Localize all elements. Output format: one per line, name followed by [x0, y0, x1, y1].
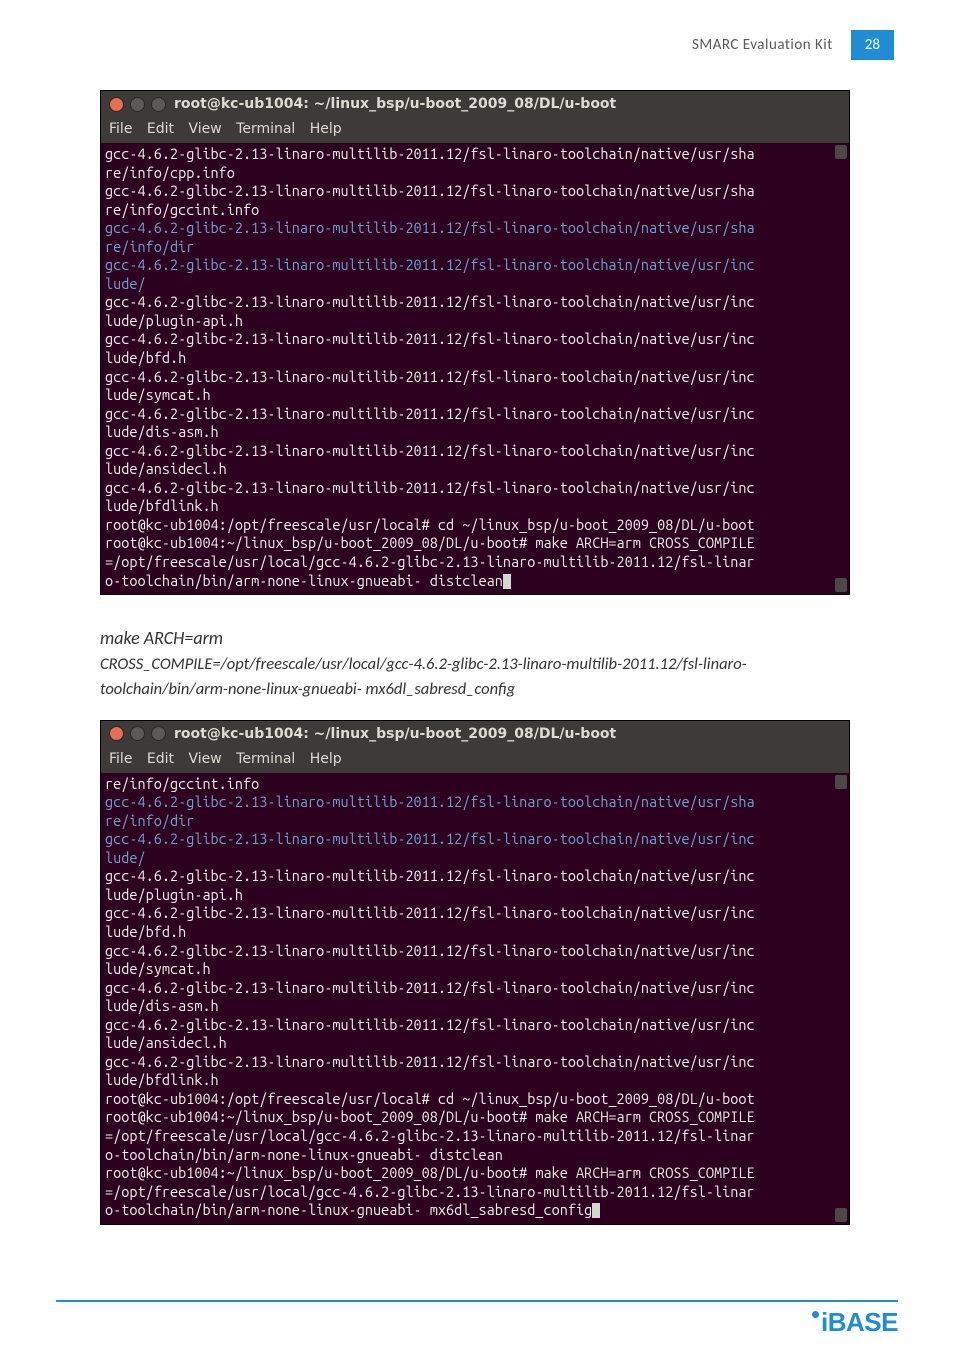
terminal-titlebar[interactable]: root@kc-ub1004: ~/linux_bsp/u-boot_2009_… — [101, 721, 849, 747]
logo-text: iBASE — [821, 1307, 898, 1337]
header-title: SMARC Evaluation Kit — [692, 36, 833, 54]
scrollbar-up-icon[interactable] — [835, 145, 847, 159]
window-buttons — [109, 726, 166, 741]
terminal-output[interactable]: gcc-4.6.2-glibc-2.13-linaro-multilib-201… — [101, 143, 849, 594]
logo-dot-icon — [812, 1311, 819, 1318]
scrollbar-down-icon[interactable] — [835, 1208, 847, 1222]
terminal-titlebar[interactable]: root@kc-ub1004: ~/linux_bsp/u-boot_2009_… — [101, 91, 849, 117]
terminal-output[interactable]: re/info/gccint.info gcc-4.6.2-glibc-2.13… — [101, 773, 849, 1224]
scrollbar-down-icon[interactable] — [835, 578, 847, 592]
terminal-menubar: File Edit View Terminal Help — [101, 747, 849, 773]
menu-edit[interactable]: Edit — [147, 751, 174, 767]
command-rest: CROSS_COMPILE=/opt/freescale/usr/local/g… — [100, 652, 860, 702]
cursor-icon — [503, 574, 511, 589]
page-number: 28 — [851, 30, 894, 60]
close-icon[interactable] — [109, 726, 124, 741]
window-buttons — [109, 97, 166, 112]
menu-view[interactable]: View — [188, 751, 221, 767]
menu-edit[interactable]: Edit — [147, 121, 174, 137]
body-text: make ARCH=arm CROSS_COMPILE=/opt/freesca… — [100, 625, 860, 702]
terminal-window-1: root@kc-ub1004: ~/linux_bsp/u-boot_2009_… — [100, 90, 850, 595]
menu-terminal[interactable]: Terminal — [236, 121, 295, 137]
close-icon[interactable] — [109, 97, 124, 112]
terminal-title: root@kc-ub1004: ~/linux_bsp/u-boot_2009_… — [174, 96, 616, 112]
menu-help[interactable]: Help — [310, 121, 342, 137]
footer-divider — [56, 1300, 898, 1302]
menu-help[interactable]: Help — [310, 751, 342, 767]
menu-terminal[interactable]: Terminal — [236, 751, 295, 767]
menu-file[interactable]: File — [109, 751, 132, 767]
cursor-icon — [592, 1203, 600, 1218]
page-header: SMARC Evaluation Kit 28 — [692, 30, 894, 60]
minimize-icon[interactable] — [130, 726, 145, 741]
menu-file[interactable]: File — [109, 121, 132, 137]
command-lead: make ARCH=arm — [100, 625, 860, 652]
maximize-icon[interactable] — [151, 726, 166, 741]
minimize-icon[interactable] — [130, 97, 145, 112]
maximize-icon[interactable] — [151, 97, 166, 112]
terminal-menubar: File Edit View Terminal Help — [101, 117, 849, 143]
menu-view[interactable]: View — [188, 121, 221, 137]
footer-logo: iBASE — [812, 1307, 898, 1338]
scrollbar-up-icon[interactable] — [835, 775, 847, 789]
terminal-window-2: root@kc-ub1004: ~/linux_bsp/u-boot_2009_… — [100, 720, 850, 1225]
terminal-title: root@kc-ub1004: ~/linux_bsp/u-boot_2009_… — [174, 726, 616, 742]
